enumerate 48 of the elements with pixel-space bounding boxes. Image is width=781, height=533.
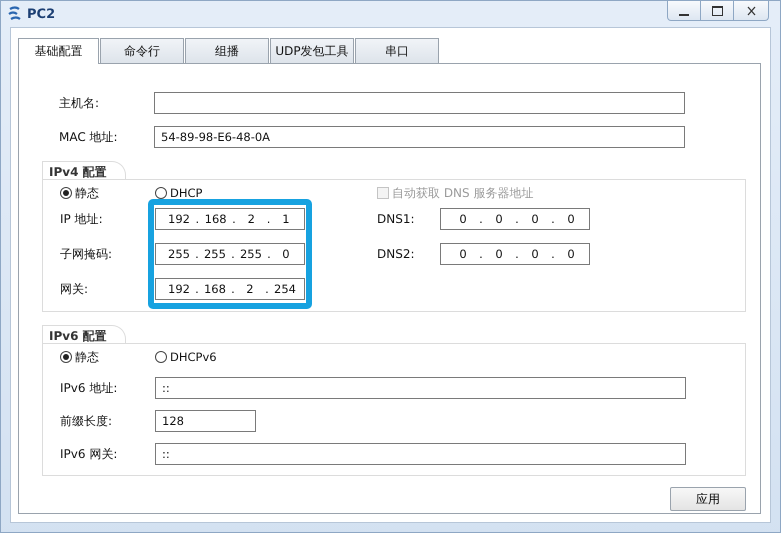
group-title: IPv6 配置: [42, 325, 126, 344]
input-field[interactable]: ::: [155, 443, 686, 465]
close-button[interactable]: [733, 1, 769, 21]
radio-button[interactable]: [155, 187, 167, 199]
radio-button[interactable]: [60, 187, 72, 199]
radio-option[interactable]: 静态: [60, 184, 155, 202]
ip-address-field[interactable]: 0 . 0 . 0 . 0: [440, 243, 590, 265]
close-icon: [746, 6, 756, 16]
field-label: 主机名:: [59, 94, 100, 112]
ip-address-field[interactable]: 192 . 168 . 2 . 1: [155, 208, 305, 230]
field-label: 前缀长度:: [60, 412, 114, 430]
input-field[interactable]: ::: [155, 377, 686, 399]
ip-address-field[interactable]: 255 . 255 . 255 . 0: [155, 243, 305, 265]
radio-option[interactable]: DHCPv6: [155, 348, 355, 366]
maximize-icon: [712, 6, 722, 16]
ip-address-field[interactable]: 0 . 0 . 0 . 0: [440, 208, 590, 230]
field-label: IPv6 网关:: [60, 446, 118, 462]
field-label: IP 地址:: [60, 210, 104, 228]
field-value: 54-89-98-E6-48-0A: [161, 130, 270, 144]
ip-address-field[interactable]: 192 . 168 . 2 . 254: [155, 278, 305, 300]
window-title: PC2: [27, 6, 56, 22]
input-field[interactable]: 128: [155, 410, 256, 432]
field-value: ::: [162, 447, 170, 461]
tab[interactable]: 基础配置: [18, 38, 99, 64]
input-field[interactable]: 54-89-98-E6-48-0A: [154, 126, 685, 148]
maximize-button[interactable]: [700, 1, 734, 21]
minimize-icon: [679, 14, 689, 16]
tab[interactable]: 串口: [355, 38, 439, 63]
radio-option[interactable]: DHCP: [155, 184, 377, 202]
field-label: IPv6 地址:: [60, 380, 118, 396]
tab[interactable]: 命令行: [100, 38, 184, 63]
field-value: 128: [162, 414, 184, 428]
group-title: IPv4 配置: [42, 161, 126, 180]
field-label: 网关:: [60, 280, 90, 298]
field-label: MAC 地址:: [59, 128, 119, 146]
tab[interactable]: 组播: [185, 38, 269, 63]
field-value: ::: [162, 381, 170, 395]
field-label: DNS2:: [377, 247, 416, 261]
field-label: 子网掩码:: [60, 246, 114, 262]
radio-button[interactable]: [60, 351, 72, 363]
radio-button[interactable]: [155, 351, 167, 363]
apply-button[interactable]: 应用: [670, 487, 746, 511]
minimize-button[interactable]: [667, 1, 701, 21]
radio-option[interactable]: 静态: [60, 348, 155, 366]
app-icon: [7, 6, 23, 22]
field-label: DNS1:: [377, 212, 416, 226]
tab[interactable]: UDP发包工具: [270, 38, 354, 63]
input-field[interactable]: [154, 92, 685, 114]
